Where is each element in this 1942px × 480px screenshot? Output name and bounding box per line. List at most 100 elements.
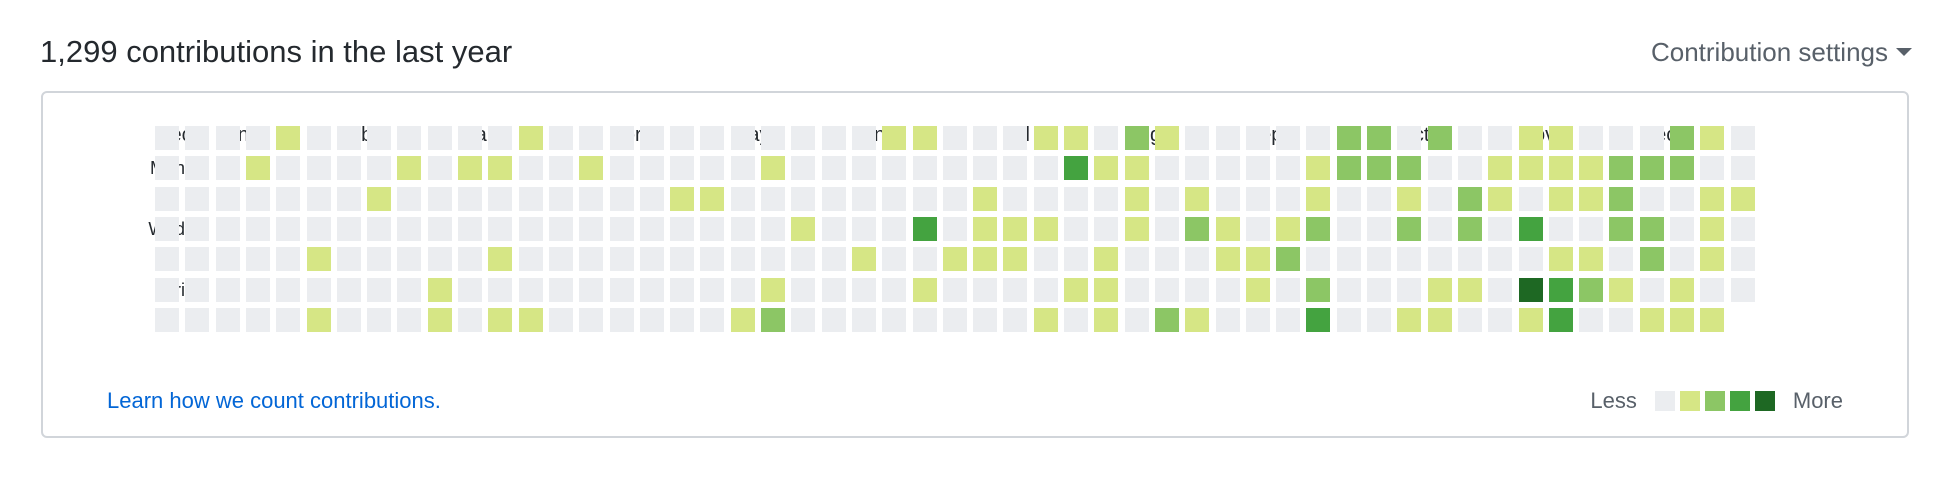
contribution-day-cell[interactable]: [761, 277, 785, 302]
contribution-day-cell[interactable]: [973, 126, 998, 150]
contribution-day-cell[interactable]: [730, 277, 755, 302]
contribution-day-cell[interactable]: [1064, 186, 1088, 211]
contribution-day-cell[interactable]: [185, 216, 210, 241]
contribution-day-cell[interactable]: [336, 277, 361, 302]
contribution-day-cell[interactable]: [1185, 186, 1210, 211]
contribution-day-cell[interactable]: [1548, 156, 1573, 181]
contribution-day-cell[interactable]: [579, 186, 604, 211]
contribution-day-cell[interactable]: [1367, 216, 1391, 241]
contribution-day-cell[interactable]: [851, 156, 876, 181]
contribution-day-cell[interactable]: [1276, 216, 1301, 241]
contribution-day-cell[interactable]: [1397, 307, 1422, 332]
contribution-day-cell[interactable]: [973, 186, 998, 211]
contribution-day-cell[interactable]: [1488, 156, 1513, 181]
contribution-day-cell[interactable]: [1094, 307, 1119, 332]
contribution-day-cell[interactable]: [306, 216, 331, 241]
contribution-day-cell[interactable]: [1730, 186, 1755, 211]
contribution-day-cell[interactable]: [336, 126, 361, 150]
contribution-day-cell[interactable]: [215, 216, 240, 241]
contribution-day-cell[interactable]: [427, 216, 452, 241]
contribution-day-cell[interactable]: [1579, 186, 1604, 211]
contribution-day-cell[interactable]: [973, 307, 998, 332]
contribution-day-cell[interactable]: [942, 307, 967, 332]
contribution-day-cell[interactable]: [1185, 126, 1210, 150]
contribution-day-cell[interactable]: [1336, 307, 1361, 332]
contribution-day-cell[interactable]: [942, 216, 967, 241]
contribution-day-cell[interactable]: [851, 216, 876, 241]
contribution-day-cell[interactable]: [1397, 247, 1422, 272]
contribution-day-cell[interactable]: [912, 277, 937, 302]
contribution-day-cell[interactable]: [973, 247, 998, 272]
contribution-day-cell[interactable]: [1609, 247, 1634, 272]
contribution-day-cell[interactable]: [1064, 307, 1088, 332]
contribution-day-cell[interactable]: [761, 307, 785, 332]
contribution-day-cell[interactable]: [639, 277, 664, 302]
contribution-day-cell[interactable]: [1700, 307, 1725, 332]
contribution-day-cell[interactable]: [912, 307, 937, 332]
contribution-day-cell[interactable]: [730, 307, 755, 332]
contribution-day-cell[interactable]: [185, 156, 210, 181]
contribution-day-cell[interactable]: [427, 186, 452, 211]
contribution-day-cell[interactable]: [639, 307, 664, 332]
contribution-day-cell[interactable]: [1154, 277, 1179, 302]
contribution-day-cell[interactable]: [1124, 277, 1149, 302]
contribution-day-cell[interactable]: [245, 307, 270, 332]
contribution-day-cell[interactable]: [215, 126, 240, 150]
contribution-day-cell[interactable]: [851, 277, 876, 302]
contribution-day-cell[interactable]: [1003, 307, 1028, 332]
contribution-day-cell[interactable]: [427, 247, 452, 272]
contribution-day-cell[interactable]: [1639, 277, 1664, 302]
contribution-day-cell[interactable]: [1185, 216, 1210, 241]
contribution-day-cell[interactable]: [1518, 186, 1543, 211]
contribution-day-cell[interactable]: [1670, 216, 1694, 241]
contribution-day-cell[interactable]: [1700, 186, 1725, 211]
contribution-day-cell[interactable]: [488, 126, 513, 150]
contribution-day-cell[interactable]: [1730, 247, 1755, 272]
contribution-day-cell[interactable]: [1427, 126, 1452, 150]
contribution-day-cell[interactable]: [1033, 126, 1058, 150]
contribution-day-cell[interactable]: [700, 216, 725, 241]
contribution-day-cell[interactable]: [518, 247, 543, 272]
contribution-day-cell[interactable]: [912, 126, 937, 150]
contribution-day-cell[interactable]: [1215, 126, 1240, 150]
contribution-day-cell[interactable]: [1700, 277, 1725, 302]
contribution-day-cell[interactable]: [579, 126, 604, 150]
contribution-day-cell[interactable]: [185, 126, 210, 150]
contribution-day-cell[interactable]: [1245, 126, 1270, 150]
contribution-day-cell[interactable]: [548, 277, 573, 302]
contribution-day-cell[interactable]: [670, 307, 695, 332]
contribution-day-cell[interactable]: [1548, 216, 1573, 241]
contribution-day-cell[interactable]: [518, 307, 543, 332]
contribution-day-cell[interactable]: [1639, 247, 1664, 272]
contribution-day-cell[interactable]: [397, 126, 422, 150]
contribution-day-cell[interactable]: [1245, 156, 1270, 181]
contribution-day-cell[interactable]: [276, 247, 301, 272]
contribution-day-cell[interactable]: [1245, 277, 1270, 302]
contribution-day-cell[interactable]: [791, 307, 816, 332]
contribution-day-cell[interactable]: [609, 156, 634, 181]
contribution-day-cell[interactable]: [1639, 216, 1664, 241]
contribution-day-cell[interactable]: [1367, 156, 1391, 181]
contribution-day-cell[interactable]: [458, 156, 482, 181]
contribution-day-cell[interactable]: [1306, 156, 1331, 181]
contribution-day-cell[interactable]: [1033, 186, 1058, 211]
contribution-day-cell[interactable]: [367, 247, 392, 272]
contribution-day-cell[interactable]: [1094, 186, 1119, 211]
contribution-day-cell[interactable]: [730, 216, 755, 241]
contribution-day-cell[interactable]: [548, 307, 573, 332]
contribution-day-cell[interactable]: [1488, 247, 1513, 272]
contribution-day-cell[interactable]: [215, 277, 240, 302]
contribution-day-cell[interactable]: [306, 156, 331, 181]
contribution-day-cell[interactable]: [761, 126, 785, 150]
contribution-day-cell[interactable]: [1700, 247, 1725, 272]
contribution-day-cell[interactable]: [579, 277, 604, 302]
contribution-day-cell[interactable]: [1609, 216, 1634, 241]
contribution-day-cell[interactable]: [548, 156, 573, 181]
contribution-day-cell[interactable]: [488, 216, 513, 241]
contribution-day-cell[interactable]: [1336, 156, 1361, 181]
contribution-day-cell[interactable]: [1033, 216, 1058, 241]
contribution-day-cell[interactable]: [1700, 156, 1725, 181]
contribution-day-cell[interactable]: [1185, 307, 1210, 332]
contribution-day-cell[interactable]: [730, 156, 755, 181]
contribution-day-cell[interactable]: [427, 156, 452, 181]
